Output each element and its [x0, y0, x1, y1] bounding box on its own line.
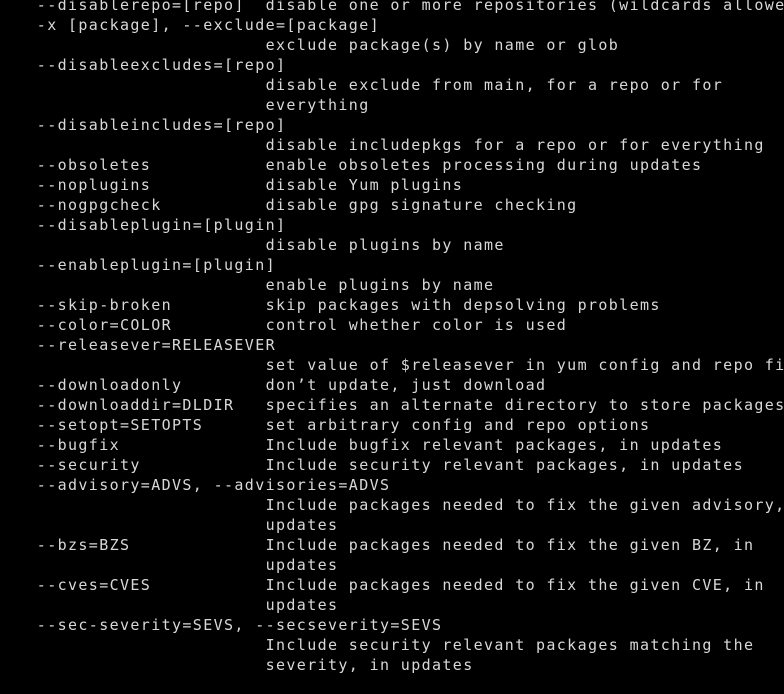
terminal-line: severity, in updates: [16, 656, 474, 674]
terminal-line: updates: [16, 596, 339, 614]
terminal-line: --disablerepo=[repo] disable one or more…: [16, 0, 784, 14]
terminal-line: --disableplugin=[plugin]: [16, 216, 287, 234]
terminal-line: Include security relevant packages match…: [16, 636, 755, 654]
terminal-line: --cves=CVES Include packages needed to f…: [16, 576, 765, 594]
terminal-line: --disableincludes=[repo]: [16, 116, 287, 134]
terminal-line: --advisory=ADVS, --advisories=ADVS: [16, 476, 391, 494]
terminal-line: --security Include security relevant pac…: [16, 456, 744, 474]
terminal-line: --setopt=SETOPTS set arbitrary config an…: [16, 416, 651, 434]
terminal-window[interactable]: --disablerepo=[repo] disable one or more…: [0, 0, 784, 694]
terminal-line: --noplugins disable Yum plugins: [16, 176, 464, 194]
terminal-line: --enableplugin=[plugin]: [16, 256, 276, 274]
terminal-line: Include packages needed to fix the given…: [16, 496, 784, 514]
terminal-line: disable includepkgs for a repo or for ev…: [16, 136, 765, 154]
terminal-line: --obsoletes enable obsoletes processing …: [16, 156, 703, 174]
terminal-line: enable plugins by name: [16, 276, 495, 294]
terminal-line: updates: [16, 516, 339, 534]
terminal-line: --bugfix Include bugfix relevant package…: [16, 436, 724, 454]
terminal-line: --disableexcludes=[repo]: [16, 56, 287, 74]
terminal-screen-text: --disablerepo=[repo] disable one or more…: [16, 0, 784, 694]
terminal-line: -x [package], --exclude=[package]: [16, 16, 380, 34]
terminal-line: disable exclude from main, for a repo or…: [16, 76, 724, 94]
terminal-line: --downloadonly don’t update, just downlo…: [16, 376, 547, 394]
terminal-line: --skip-broken skip packages with depsolv…: [16, 296, 661, 314]
terminal-line: updates: [16, 556, 339, 574]
terminal-line: disable plugins by name: [16, 236, 505, 254]
terminal-line: --bzs=BZS Include packages needed to fix…: [16, 536, 755, 554]
terminal-line: --color=COLOR control whether color is u…: [16, 316, 568, 334]
terminal-line: everything: [16, 96, 370, 114]
terminal-line: --sec-severity=SEVS, --secseverity=SEVS: [16, 616, 443, 634]
terminal-line: --nogpgcheck disable gpg signature check…: [16, 196, 578, 214]
terminal-line: set value of $releasever in yum config a…: [16, 356, 784, 374]
terminal-line: --releasever=RELEASEVER: [16, 336, 276, 354]
terminal-line: --downloaddir=DLDIR specifies an alterna…: [16, 396, 784, 414]
terminal-line: exclude package(s) by name or glob: [16, 36, 620, 54]
